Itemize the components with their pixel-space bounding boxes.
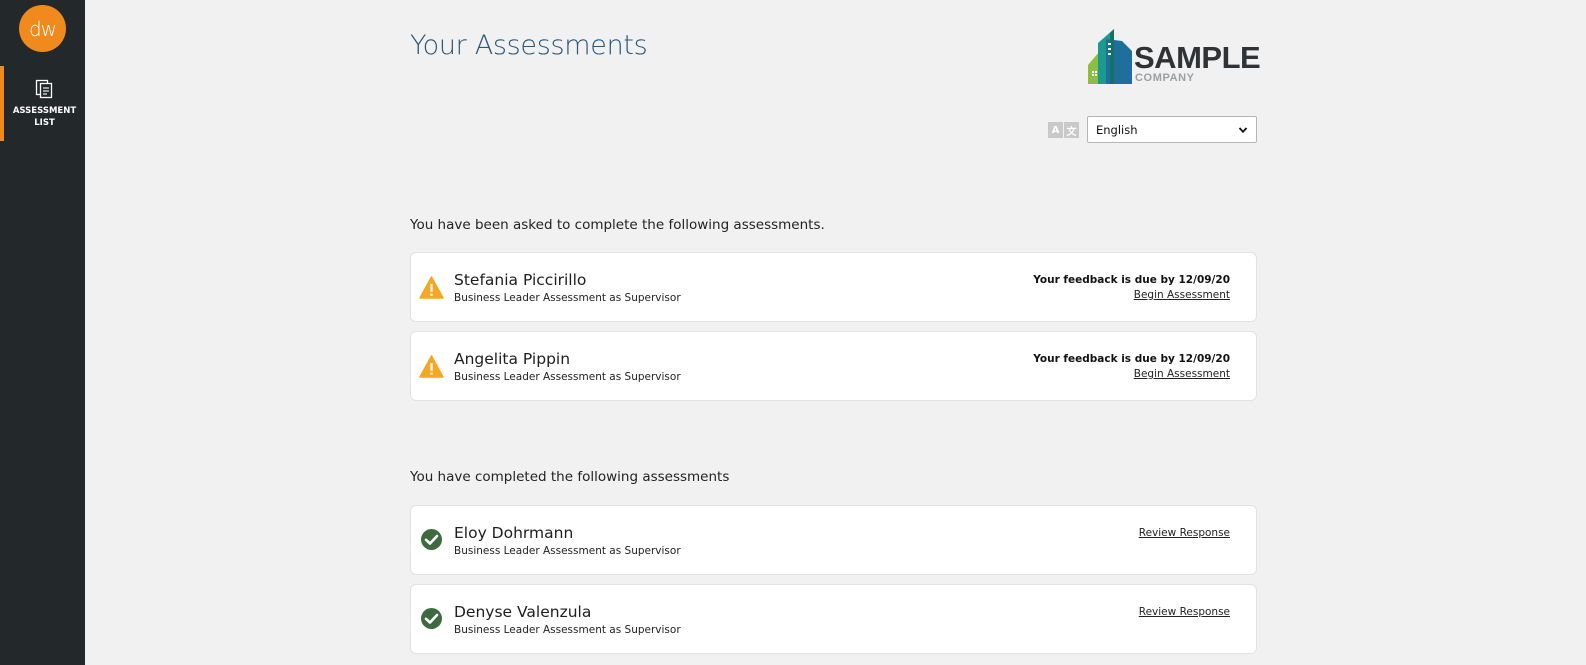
begin-assessment-link[interactable]: Begin Assessment	[1134, 368, 1230, 380]
warning-icon	[419, 276, 444, 299]
sidebar-item-label: ASSESSMENT LIST	[12, 106, 77, 128]
assessment-type: Business Leader Assessment as Supervisor	[454, 371, 681, 383]
check-circle-icon	[421, 608, 442, 629]
assessee-name: Angelita Pippin	[454, 350, 571, 368]
pending-assessment-card: Angelita Pippin Business Leader Assessme…	[410, 331, 1257, 401]
due-date-text: Your feedback is due by 12/09/20	[1033, 274, 1230, 286]
completed-section-heading: You have completed the following assessm…	[410, 469, 730, 485]
assessee-name: Stefania Piccirillo	[454, 271, 587, 289]
assessment-list-icon	[35, 79, 52, 99]
company-logo-word: SAMPLE	[1134, 40, 1261, 75]
building-logo-icon	[1088, 29, 1132, 84]
completed-assessment-card: Eloy Dohrmann Business Leader Assessment…	[410, 505, 1257, 575]
sidebar-item-assessment-list[interactable]: ASSESSMENT LIST	[0, 66, 85, 141]
translate-glyph: 文	[1064, 122, 1079, 138]
brand-logo[interactable]: dw	[19, 5, 66, 52]
page-title: Your Assessments	[410, 30, 648, 61]
assessee-name: Eloy Dohrmann	[454, 524, 574, 542]
due-date-text: Your feedback is due by 12/09/20	[1033, 353, 1230, 365]
language-select[interactable]: English	[1087, 116, 1257, 143]
translate-icon: A 文	[1048, 122, 1079, 138]
sidebar: dw ASSESSMENT LIST	[0, 0, 85, 665]
chevron-down-icon	[1238, 127, 1248, 134]
warning-icon	[419, 355, 444, 378]
assessment-type: Business Leader Assessment as Supervisor	[454, 545, 681, 557]
company-logo: SAMPLE COMPANY	[1086, 29, 1261, 87]
pending-section-heading: You have been asked to complete the foll…	[410, 217, 825, 233]
translate-glyph: A	[1048, 122, 1063, 138]
assessment-type: Business Leader Assessment as Supervisor	[454, 624, 681, 636]
review-response-link[interactable]: Review Response	[1139, 606, 1230, 618]
check-circle-icon	[421, 529, 442, 550]
pending-assessment-card: Stefania Piccirillo Business Leader Asse…	[410, 252, 1257, 322]
company-logo-subword: COMPANY	[1135, 72, 1195, 84]
completed-assessment-card: Denyse Valenzula Business Leader Assessm…	[410, 584, 1257, 654]
language-selected-value: English	[1096, 122, 1138, 137]
review-response-link[interactable]: Review Response	[1139, 527, 1230, 539]
assessment-type: Business Leader Assessment as Supervisor	[454, 292, 681, 304]
begin-assessment-link[interactable]: Begin Assessment	[1134, 289, 1230, 301]
assessee-name: Denyse Valenzula	[454, 603, 592, 621]
